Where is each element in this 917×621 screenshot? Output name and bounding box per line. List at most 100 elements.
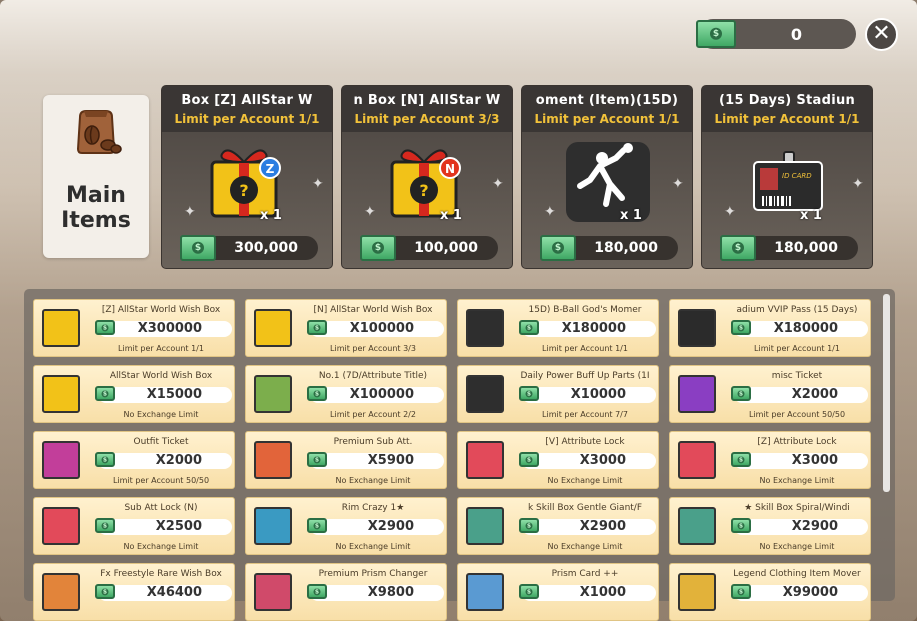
shop-item[interactable]: No.1 (7D/Attribute Title) X100000 Limit pe…	[245, 365, 447, 423]
item-limit: No Exchange Limit	[335, 476, 411, 485]
item-name: [Z] Attribute Lock	[757, 437, 837, 447]
sub-att-lock-icon	[42, 507, 80, 545]
item-price: X2900	[307, 518, 444, 535]
featured-price[interactable]: 180,000	[540, 235, 678, 261]
item-limit: Limit per Account 1/1	[118, 344, 204, 353]
featured-price[interactable]: 300,000	[180, 235, 318, 261]
item-price: X180000	[731, 320, 868, 337]
cash-icon	[731, 518, 751, 533]
thumbs-up-icon	[254, 375, 292, 413]
featured-limit: Limit per Account 1/1	[174, 112, 320, 126]
rim-crazy-icon	[254, 507, 292, 545]
item-name: 15D) B-Ball God's Momer	[528, 305, 642, 315]
shop-item[interactable]: adium VVIP Pass (15 Days) X180000 Limit pe…	[669, 299, 871, 357]
attribute-lock-v-icon	[466, 441, 504, 479]
featured-price[interactable]: 100,000	[360, 235, 498, 261]
wish-box-icon	[42, 573, 80, 611]
item-price: X10000	[519, 386, 656, 403]
featured-limit: Limit per Account 1/1	[534, 112, 680, 126]
cash-icon	[519, 320, 539, 335]
item-name: Daily Power Buff Up Parts (1I	[520, 371, 650, 381]
cash-icon	[696, 20, 736, 48]
featured-title: Box [Z] AllStar W	[181, 93, 313, 108]
item-limit: Limit per Account 50/50	[112, 476, 210, 485]
featured-card[interactable]: (15 Days) Stadiun Limit per Account 1/1 …	[701, 85, 873, 269]
item-name: Premium Prism Changer	[318, 569, 428, 579]
item-price: X9800	[307, 584, 444, 601]
featured-card[interactable]: Box [Z] AllStar W Limit per Account 1/1 …	[161, 85, 333, 269]
cash-icon	[95, 320, 115, 335]
shop-item[interactable]: AllStar World Wish Box X15000 No Exchange …	[33, 365, 235, 423]
item-limit: No Exchange Limit	[547, 476, 623, 485]
gift-box-icon	[42, 375, 80, 413]
shop-item[interactable]: [Z] AllStar World Wish Box X300000 Limit p…	[33, 299, 235, 357]
item-name: [Z] AllStar World Wish Box	[101, 305, 221, 315]
shop-item[interactable]: Premium Sub Att. X5900 No Exchange Limit	[245, 431, 447, 489]
featured-qty: x 1	[260, 208, 282, 223]
cash-icon	[519, 386, 539, 401]
featured-card[interactable]: n Box [N] AllStar W Limit per Account 3/…	[341, 85, 513, 269]
cash-icon	[731, 386, 751, 401]
item-price: X2000	[731, 386, 868, 403]
item-price: X3000	[519, 452, 656, 469]
item-price: X2900	[731, 518, 868, 535]
cash-icon	[731, 320, 751, 335]
gift-box-n-icon	[254, 309, 292, 347]
item-name: AllStar World Wish Box	[109, 371, 213, 381]
category-main-items[interactable]: Main Items	[43, 95, 149, 258]
prism-card-icon	[466, 573, 504, 611]
misc-ticket-icon	[678, 375, 716, 413]
item-name: adium VVIP Pass (15 Days)	[736, 305, 858, 315]
svg-text:N: N	[445, 162, 455, 176]
item-price: X1000	[519, 584, 656, 601]
item-mover-icon	[678, 573, 716, 611]
item-name: Prism Card ++	[551, 569, 619, 579]
currency-display: 0	[696, 19, 856, 49]
cash-icon	[307, 320, 327, 335]
shop-item[interactable]: Outfit Ticket X2000 Limit per Account 50/5…	[33, 431, 235, 489]
item-limit: No Exchange Limit	[547, 542, 623, 551]
skill-box-icon	[678, 507, 716, 545]
cash-icon	[95, 386, 115, 401]
cash-icon	[360, 235, 396, 261]
item-limit: No Exchange Limit	[123, 542, 199, 551]
sub-att-card-icon	[254, 441, 292, 479]
cash-icon	[307, 518, 327, 533]
item-name: Premium Sub Att.	[333, 437, 413, 447]
cash-icon	[519, 518, 539, 533]
item-limit: No Exchange Limit	[123, 410, 199, 419]
shop-item[interactable]: k Skill Box Gentle Giant/F X2900 No Exchan…	[457, 497, 659, 555]
shop-item[interactable]: misc Ticket X2000 Limit per Account 50/50	[669, 365, 871, 423]
shop-item[interactable]: Daily Power Buff Up Parts (1I X10000 Limit…	[457, 365, 659, 423]
currency-value: 0	[790, 25, 802, 44]
shop-item[interactable]: Prism Card ++ X1000	[457, 563, 659, 621]
item-name: Rim Crazy 1★	[341, 503, 405, 513]
shop-item[interactable]: [N] AllStar World Wish Box X100000 Limit p…	[245, 299, 447, 357]
shop-item[interactable]: Legend Clothing Item Mover X99000	[669, 563, 871, 621]
attribute-lock-z-icon	[678, 441, 716, 479]
shop-item[interactable]: Sub Att Lock (N) X2500 No Exchange Limit	[33, 497, 235, 555]
shop-item[interactable]: 15D) B-Ball God's Momer X180000 Limit per …	[457, 299, 659, 357]
featured-limit: Limit per Account 3/3	[354, 112, 500, 126]
cash-icon	[95, 452, 115, 467]
item-price: X2900	[519, 518, 656, 535]
shop-item[interactable]: Premium Prism Changer X9800	[245, 563, 447, 621]
skill-box-icon	[466, 507, 504, 545]
featured-price[interactable]: 180,000	[720, 235, 858, 261]
item-limit: No Exchange Limit	[759, 476, 835, 485]
shop-item[interactable]: Fx Freestyle Rare Wish Box X46400	[33, 563, 235, 621]
shop-item[interactable]: [Z] Attribute Lock X3000 No Exchange Limit	[669, 431, 871, 489]
shop-item[interactable]: [V] Attribute Lock X3000 No Exchange Limit	[457, 431, 659, 489]
featured-title: (15 Days) Stadiun	[718, 93, 856, 108]
shop-item[interactable]: Rim Crazy 1★ X2900 No Exchange Limit	[245, 497, 447, 555]
close-button[interactable]: ✕	[865, 18, 898, 51]
scrollbar[interactable]	[883, 294, 890, 492]
featured-card[interactable]: oment (Item)(15D) Limit per Account 1/1 …	[521, 85, 693, 269]
cash-icon	[180, 235, 216, 261]
item-limit: Limit per Account 50/50	[748, 410, 846, 419]
cash-icon	[307, 452, 327, 467]
item-price: X3000	[731, 452, 868, 469]
shop-item[interactable]: ★ Skill Box Spiral/Windi X2900 No Exchange…	[669, 497, 871, 555]
item-name: ★ Skill Box Spiral/Windi	[744, 503, 850, 513]
cash-icon	[95, 584, 115, 599]
